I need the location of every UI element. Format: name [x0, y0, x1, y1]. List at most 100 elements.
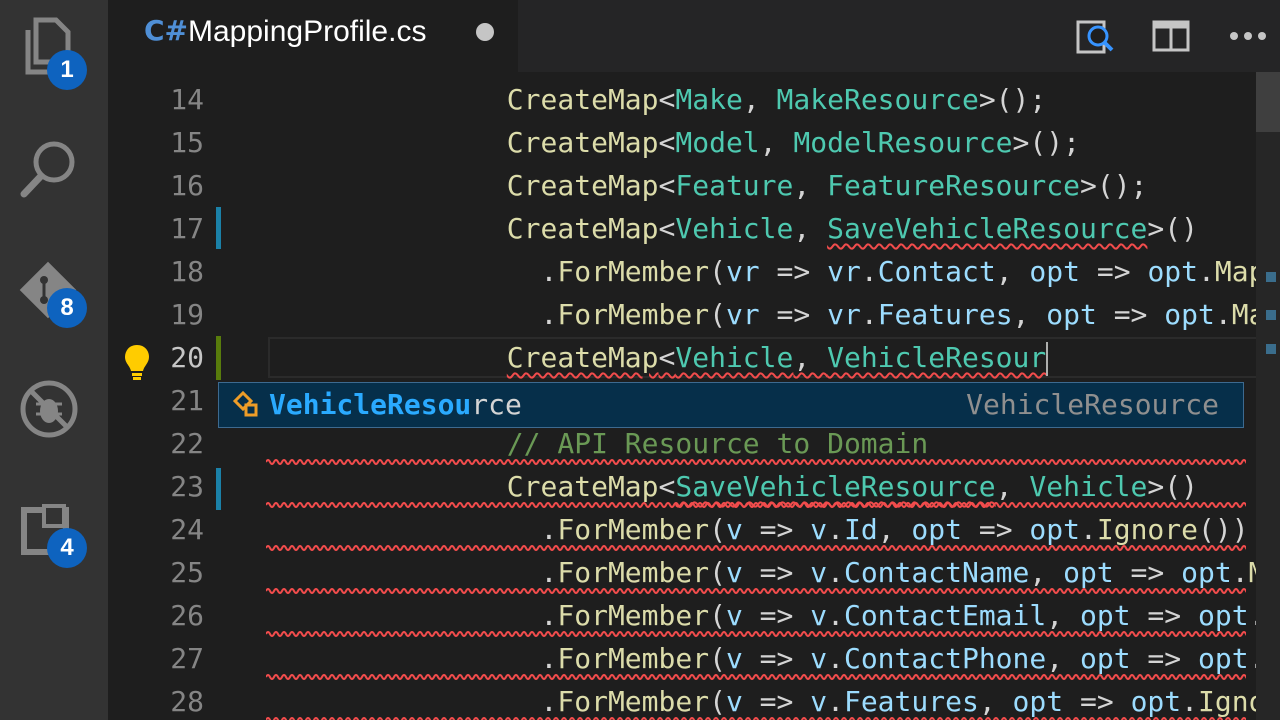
explorer-badge: 1: [47, 50, 87, 90]
code-token: (: [709, 599, 726, 632]
code-token: opt: [1079, 642, 1131, 675]
line-number: 14: [170, 83, 204, 116]
code-token: v: [810, 513, 828, 546]
code-line[interactable]: 27 .ForMember(v => v.ContactPhone, opt =…: [108, 637, 1280, 680]
code-line[interactable]: 24 .ForMember(v => v.Id, opt => opt.Igno…: [108, 508, 1280, 551]
suggestion-widget[interactable]: VehicleResource VehicleResource: [218, 382, 1244, 428]
search-button[interactable]: [0, 120, 108, 220]
code-line[interactable]: 16 CreateMap<Feature, FeatureResource>();: [108, 164, 1280, 207]
code-line[interactable]: 18 .ForMember(vr => vr.Contact, opt => o…: [108, 250, 1280, 293]
code-token: SaveVehicleResource: [827, 212, 1148, 245]
code-token: CreateMap: [506, 83, 659, 116]
code-line[interactable]: 14 CreateMap<Make, MakeResource>();: [108, 78, 1280, 121]
open-changes-icon[interactable]: [1074, 14, 1118, 58]
code-token: v: [810, 685, 828, 718]
code-editor[interactable]: 14 CreateMap<Make, MakeResource>(); 15 Crea…: [108, 72, 1280, 720]
line-number: 25: [170, 556, 204, 589]
code-line[interactable]: 20 CreateMap<Vehicle, VehicleResour: [108, 336, 1280, 379]
code-token: Model: [675, 126, 760, 159]
code-token: FeatureResource: [827, 169, 1080, 202]
overview-ruler[interactable]: [1256, 72, 1280, 720]
modified-gutter-17: [216, 207, 221, 249]
line-number: 23: [170, 470, 204, 503]
code-line[interactable]: 25 .ForMember(v => v.ContactName, opt =>…: [108, 551, 1280, 594]
unsaved-dot-icon[interactable]: [476, 23, 494, 41]
code-token: CreateMap: [506, 212, 659, 245]
code-token: ,: [793, 341, 828, 374]
code-token: Feature: [675, 169, 794, 202]
line-number: 28: [170, 685, 204, 718]
code-token: (: [709, 298, 726, 331]
code-token: Features: [843, 685, 979, 718]
code-token: Id: [843, 513, 878, 546]
line-code: CreateMap<Model, ModelResource>();: [507, 121, 1080, 164]
code-token: opt: [1029, 513, 1080, 546]
code-token: opt: [911, 513, 962, 546]
class-icon: [232, 390, 258, 417]
code-token: =>: [1080, 255, 1148, 288]
code-token: Make: [675, 83, 743, 116]
line-code: .ForMember(vr => vr.Contact, opt => opt.…: [507, 250, 1280, 293]
tab-bar: C# MappingProfile.cs: [108, 0, 1280, 72]
code-token: .: [827, 513, 844, 546]
modified-gutter-23: [216, 468, 221, 510]
code-token: >(): [1147, 212, 1198, 245]
code-line[interactable]: 15 CreateMap<Model, ModelResource>();: [108, 121, 1280, 164]
code-token: Features: [877, 298, 1013, 331]
extensions-button[interactable]: 4: [0, 480, 108, 580]
ruler-mark: [1266, 344, 1276, 354]
line-number: 16: [170, 169, 204, 202]
code-token: v: [810, 599, 828, 632]
code-token: vr: [827, 298, 861, 331]
code-line[interactable]: 19 .ForMember(vr => vr.Features, opt => …: [108, 293, 1280, 336]
line-code: CreateMap<Vehicle, VehicleResour: [506, 336, 1049, 379]
code-token: ,: [742, 83, 777, 116]
code-token: =>: [742, 642, 811, 675]
code-token: v: [810, 556, 828, 589]
scm-badge: 8: [47, 288, 87, 328]
code-line[interactable]: 23 CreateMap<SaveVehicleResource, Vehicle…: [108, 465, 1280, 508]
activity-bar: 1 8 4: [0, 0, 108, 720]
code-token: opt: [1079, 599, 1131, 632]
code-token: .: [860, 298, 878, 331]
code-token: =>: [1130, 642, 1198, 675]
search-icon: [20, 141, 75, 198]
suggestion-match: VehicleResou: [269, 388, 472, 421]
line-number: 24: [170, 513, 204, 546]
code-token: opt: [1198, 599, 1249, 632]
code-token: =>: [1096, 298, 1165, 331]
code-token: =>: [742, 556, 811, 589]
tab-mapping-profile[interactable]: C# MappingProfile.cs: [108, 0, 518, 72]
split-editor-icon[interactable]: [1150, 14, 1194, 58]
code-line[interactable]: 22 // API Resource to Domain: [108, 422, 1280, 465]
code-token: .: [506, 298, 558, 331]
code-line[interactable]: 17 CreateMap<Vehicle, SaveVehicleResource…: [108, 207, 1280, 250]
code-token: =>: [742, 599, 811, 632]
code-token: .: [827, 599, 844, 632]
code-token: ,: [793, 169, 828, 202]
code-token: (: [709, 556, 726, 589]
code-line[interactable]: 26 .ForMember(v => v.ContactEmail, opt =…: [108, 594, 1280, 637]
explorer-button[interactable]: 1: [0, 0, 108, 100]
suggestion-rest: rce: [471, 388, 522, 421]
code-line[interactable]: 28 .ForMember(v => v.Features, opt => op…: [108, 680, 1280, 720]
code-token: ForMember: [557, 556, 710, 589]
debug-icon: [20, 380, 78, 438]
code-token: CreateMap: [506, 341, 659, 374]
more-actions-icon[interactable]: [1226, 14, 1270, 58]
lightbulb-icon[interactable]: [122, 342, 152, 382]
code-token: opt: [1012, 685, 1064, 718]
code-token: Vehicle: [1029, 470, 1148, 503]
source-control-button[interactable]: 8: [0, 240, 108, 340]
debug-button[interactable]: [0, 360, 108, 460]
line-number: 19: [170, 298, 204, 331]
code-token: v: [725, 556, 743, 589]
code-token: ,: [978, 685, 1013, 718]
code-token: .: [827, 642, 844, 675]
scrollbar-thumb[interactable]: [1256, 72, 1280, 132]
code-token: Vehicle: [675, 212, 794, 245]
code-token: <: [658, 212, 676, 245]
code-token: v: [725, 599, 743, 632]
code-token: opt: [1147, 255, 1199, 288]
csharp-file-icon: C#: [144, 14, 189, 47]
